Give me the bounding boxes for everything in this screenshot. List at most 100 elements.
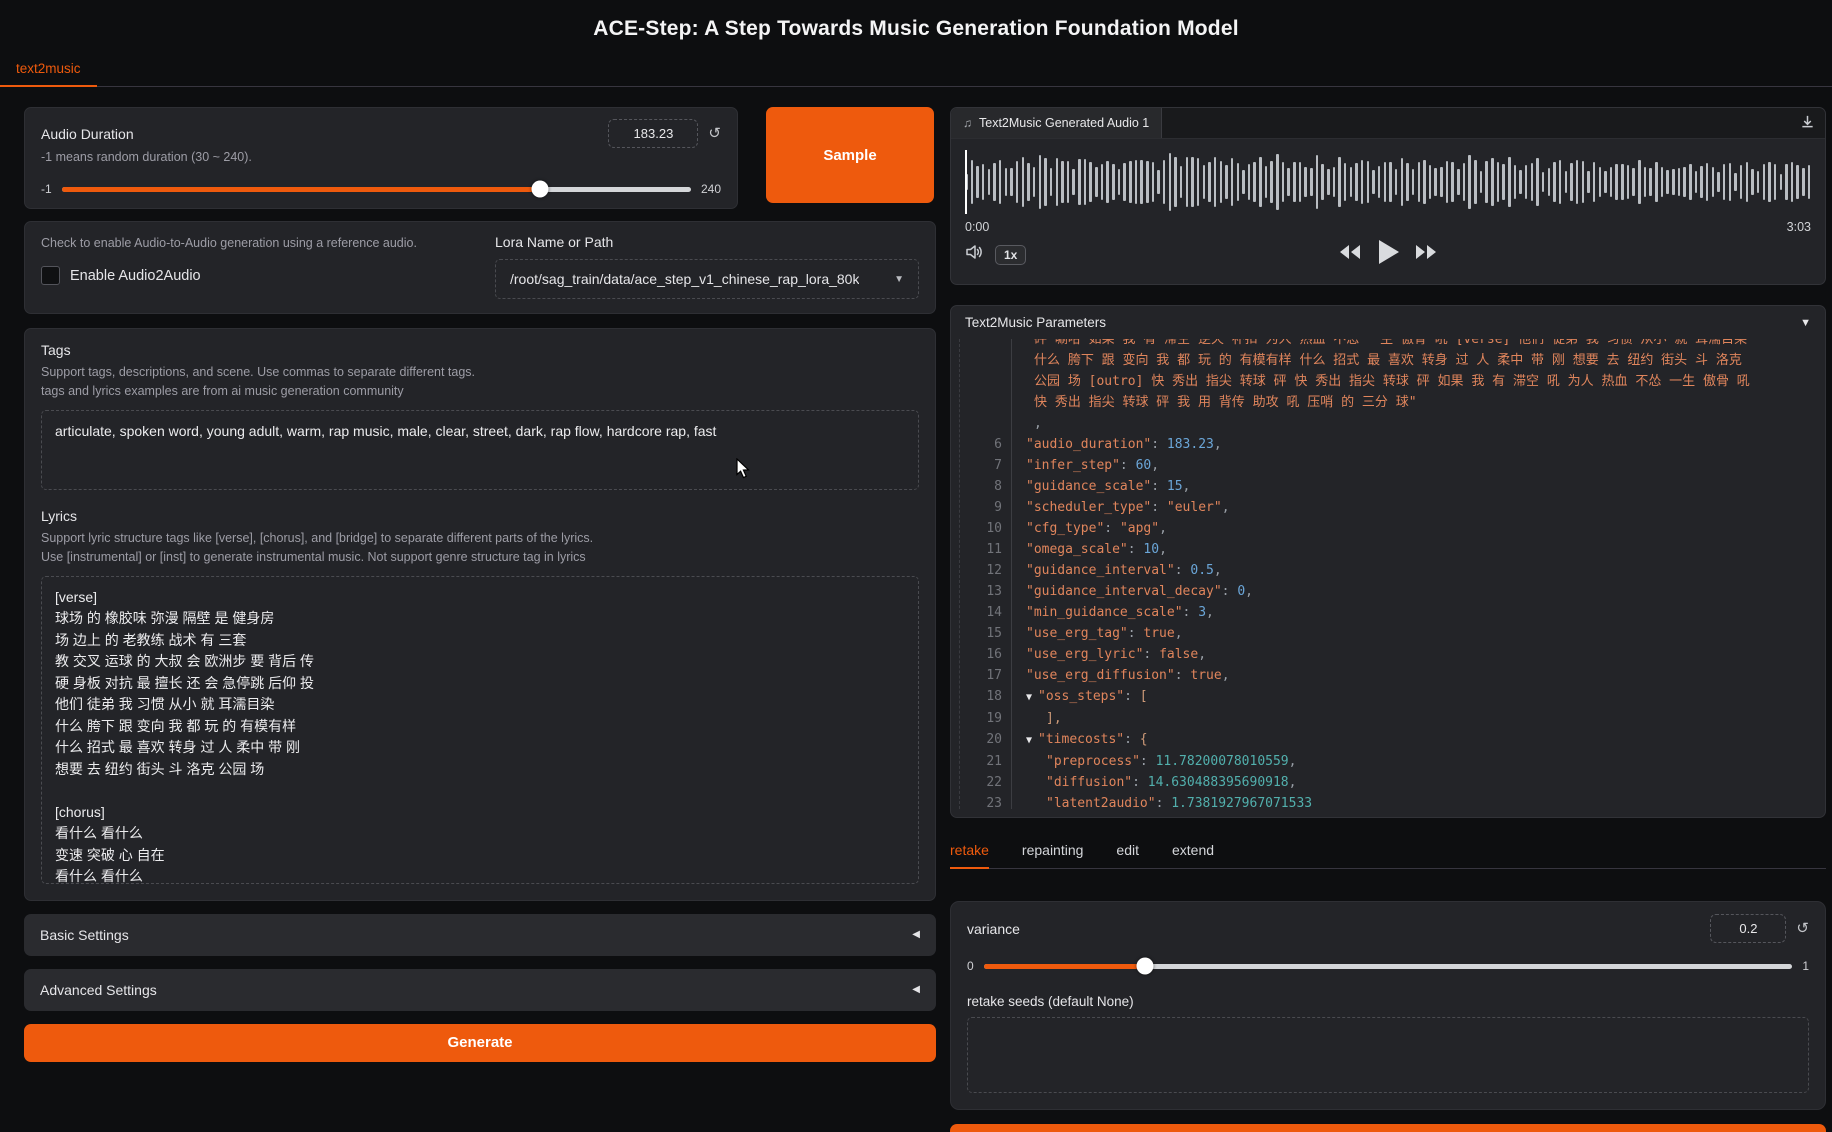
- waveform-bar: [1502, 163, 1505, 201]
- tab-repainting[interactable]: repainting: [1022, 836, 1084, 868]
- waveform[interactable]: [965, 150, 1811, 214]
- waveform-bar: [1349, 167, 1353, 197]
- json-line: 13 "guidance_interval_decay": 0,: [960, 581, 1817, 602]
- audio2audio-info: Check to enable Audio-to-Audio generatio…: [41, 236, 417, 250]
- variance-label: variance: [967, 920, 1020, 937]
- rewind-icon[interactable]: [1339, 243, 1361, 266]
- audio-duration-input[interactable]: [608, 119, 699, 148]
- waveform-bar: [1315, 155, 1319, 209]
- waveform-bar: [1360, 159, 1364, 205]
- waveform-bar: [1276, 153, 1279, 211]
- waveform-bar: [1247, 163, 1251, 201]
- reset-icon[interactable]: ↺: [1796, 921, 1809, 936]
- waveform-bar: [970, 159, 974, 205]
- json-line: 14 "min_guidance_scale": 3,: [960, 602, 1817, 623]
- json-viewer: 砰 唰哈 如果 我 有 滞空 逆天 补扣 为人 热血 不怂 一生 傲骨 吼 [v…: [959, 339, 1817, 809]
- waveform-bar: [1332, 166, 1336, 198]
- json-line: 23 "latent2audio": 1.7381927967071533: [960, 793, 1817, 809]
- audio-duration-slider[interactable]: [61, 180, 691, 198]
- playhead[interactable]: [965, 150, 967, 214]
- waveform-bar: [1428, 164, 1432, 200]
- waveform-bar: [1242, 169, 1245, 195]
- slider-thumb[interactable]: [531, 180, 549, 198]
- waveform-bar: [1179, 166, 1183, 198]
- play-icon[interactable]: [1377, 239, 1399, 270]
- waveform-bar: [1338, 157, 1341, 207]
- waveform-bar: [1264, 166, 1268, 198]
- waveform-bar: [1004, 168, 1008, 196]
- generate-button[interactable]: Generate: [24, 1023, 936, 1062]
- json-line: 19],: [960, 708, 1817, 729]
- variance-slider[interactable]: [983, 957, 1793, 975]
- waveform-bar: [1592, 162, 1596, 202]
- retake-button[interactable]: Retake: [950, 1124, 1826, 1132]
- waveform-bar: [1423, 160, 1426, 204]
- waveform-bar: [1010, 167, 1013, 197]
- waveform-bar: [1400, 158, 1404, 206]
- retake-seeds-input[interactable]: [967, 1017, 1809, 1093]
- audio-duration-label: Audio Duration: [41, 125, 134, 142]
- time-row: 0:00 3:03: [965, 220, 1811, 234]
- tab-extend[interactable]: extend: [1172, 836, 1214, 868]
- tab-text2music[interactable]: text2music: [0, 55, 97, 87]
- waveform-bar: [1655, 162, 1658, 202]
- waveform-bar: [993, 162, 996, 202]
- basic-settings-accordion[interactable]: Basic Settings ◀: [24, 913, 936, 956]
- waveform-bar: [1468, 155, 1471, 209]
- waveform-bar: [1259, 157, 1262, 207]
- basic-settings-label: Basic Settings: [40, 926, 129, 943]
- forward-icon[interactable]: [1415, 243, 1437, 266]
- waveform-bar: [1032, 167, 1036, 197]
- waveform-bar: [1508, 157, 1511, 207]
- waveform-bar: [1089, 161, 1092, 203]
- checkbox-icon[interactable]: [41, 266, 60, 286]
- tab-edit[interactable]: edit: [1116, 836, 1139, 868]
- waveform-bar: [1310, 168, 1313, 196]
- waveform-bar: [1061, 160, 1064, 204]
- waveform-bar: [1293, 161, 1296, 203]
- tags-input[interactable]: articulate, spoken word, young adult, wa…: [41, 409, 919, 490]
- right-column: ♫ Text2Music Generated Audio 1 0:00 3:03: [950, 107, 1826, 1132]
- waveform-bar: [1462, 162, 1466, 202]
- lyrics-info-1: Support lyric structure tags like [verse…: [41, 530, 594, 545]
- audio-title-tab[interactable]: ♫ Text2Music Generated Audio 1: [951, 108, 1163, 138]
- waveform-bar: [1751, 168, 1754, 196]
- waveform-bar: [1021, 156, 1025, 208]
- waveform-bar: [1773, 164, 1777, 200]
- waveform-bar: [1196, 158, 1200, 206]
- download-icon[interactable]: [1800, 114, 1815, 134]
- sample-button[interactable]: Sample: [766, 107, 934, 203]
- tab-retake[interactable]: retake: [950, 836, 989, 869]
- waveform-bar: [1129, 160, 1132, 204]
- waveform-bar: [1372, 170, 1375, 194]
- waveform-bar: [1575, 160, 1579, 204]
- waveform-bar: [1406, 162, 1409, 202]
- waveform-bar: [1491, 158, 1494, 206]
- waveform-bar: [1558, 160, 1562, 204]
- slider-thumb[interactable]: [1136, 957, 1154, 975]
- reset-icon[interactable]: ↺: [708, 126, 721, 141]
- lora-label: Lora Name or Path: [495, 234, 614, 250]
- waveform-bar: [1728, 163, 1732, 201]
- waveform-bar: [1383, 162, 1387, 202]
- json-line: 16 "use_erg_lyric": false,: [960, 644, 1817, 665]
- waveform-bar: [1474, 159, 1477, 205]
- waveform-bar: [1015, 160, 1019, 204]
- lyrics-input[interactable]: [verse] 球场 的 橡胶味 弥漫 隔壁 是 健身房 场 边上 的 老教练 …: [41, 575, 919, 884]
- waveform-bar: [1626, 164, 1630, 200]
- lora-section: Lora Name or Path /root/sag_train/data/a…: [495, 234, 919, 299]
- enable-audio2audio-checkbox[interactable]: Enable Audio2Audio: [41, 266, 465, 286]
- waveform-bar: [1638, 159, 1641, 205]
- page-title: ACE-Step: A Step Towards Music Generatio…: [593, 17, 1239, 40]
- lora-dropdown[interactable]: /root/sag_train/data/ace_step_v1_chinese…: [495, 259, 919, 299]
- variance-input[interactable]: [1710, 914, 1787, 943]
- json-line: 22 "diffusion": 14.630488395690918,: [960, 772, 1817, 793]
- waveform-bar: [998, 159, 1002, 205]
- retake-panel: variance ↺ 0 1 retake seeds (default Non…: [950, 901, 1826, 1110]
- advanced-settings-accordion[interactable]: Advanced Settings ◀: [24, 968, 936, 1011]
- waveform-bar: [1377, 165, 1381, 199]
- audio-duration-info: -1 means random duration (30 ~ 240).: [41, 150, 252, 164]
- collapse-icon[interactable]: ▼: [1800, 317, 1811, 329]
- waveform-bar: [1677, 167, 1681, 197]
- tags-lyrics-panel: Tags Support tags, descriptions, and sce…: [24, 328, 936, 901]
